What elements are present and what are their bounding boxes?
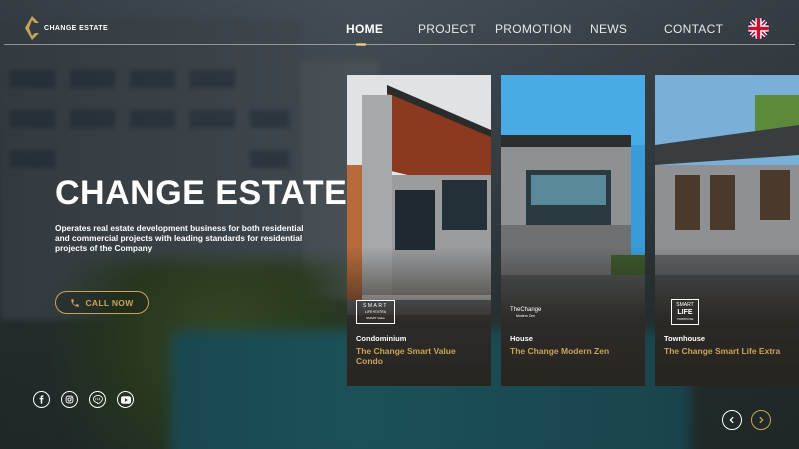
smart-life-extra-logo: SMART LIFE+EXTRA SMART Value: [356, 300, 395, 324]
chevron-left-icon: [729, 416, 734, 424]
chevron-right-icon: [759, 416, 764, 424]
main-nav: HOME PROJECT PROMOTION NEWS CONTACT: [0, 22, 799, 38]
call-now-button[interactable]: CALL NOW: [55, 291, 149, 314]
line-icon[interactable]: [89, 391, 106, 408]
card-category: Townhouse: [664, 334, 706, 343]
card-project-name: The Change Smart Value Condo: [356, 346, 456, 366]
uk-flag-icon[interactable]: [748, 18, 769, 39]
carousel-prev-button[interactable]: [722, 410, 742, 430]
project-card-house[interactable]: TheChange Modern Zen House The Change Mo…: [501, 75, 645, 386]
smart-life-townhouse-logo: SMART LIFE TOWNHOUSE: [671, 299, 699, 325]
card-project-name: The Change Modern Zen: [510, 346, 610, 356]
project-card-condominium[interactable]: SMART LIFE+EXTRA SMART Value Condominium…: [347, 75, 491, 386]
nav-promotion[interactable]: PROMOTION: [495, 22, 572, 36]
phone-icon: [71, 298, 80, 307]
header-divider: [4, 44, 795, 45]
hero-title: CHANGE ESTATE: [55, 174, 348, 212]
the-change-modern-zen-logo: TheChange Modern Zen: [510, 307, 542, 318]
hero-description: Operates real estate development busines…: [55, 223, 304, 253]
nav-home[interactable]: HOME: [346, 22, 383, 36]
nav-news[interactable]: NEWS: [590, 22, 627, 36]
facebook-icon[interactable]: [33, 391, 50, 408]
carousel-next-button[interactable]: [751, 410, 771, 430]
instagram-icon[interactable]: [61, 391, 78, 408]
project-card-townhouse[interactable]: SMART LIFE TOWNHOUSE Townhouse The Chang…: [655, 75, 799, 386]
card-category: Condominium: [356, 334, 407, 343]
youtube-icon[interactable]: [117, 391, 134, 408]
call-now-label: CALL NOW: [85, 297, 134, 308]
nav-contact[interactable]: CONTACT: [664, 22, 723, 36]
card-project-name: The Change Smart Life Extra: [664, 346, 781, 356]
card-category: House: [510, 334, 533, 343]
nav-project[interactable]: PROJECT: [418, 22, 476, 36]
